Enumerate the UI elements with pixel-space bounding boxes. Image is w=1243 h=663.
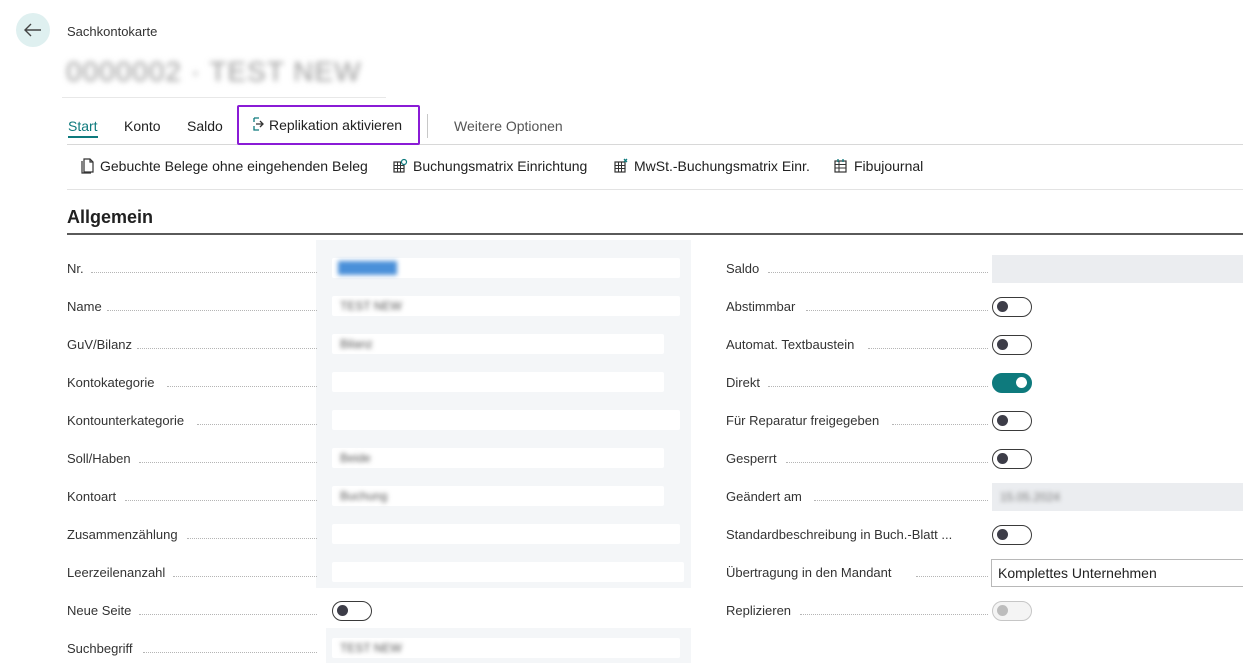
action-tabs: Start Konto Saldo Replikation aktivieren… [67, 105, 1243, 145]
action-buchungsmatrix[interactable]: Buchungsmatrix Einrichtung [392, 158, 587, 174]
tab-saldo[interactable]: Saldo [187, 105, 223, 145]
field-label: Neue Seite [67, 603, 136, 618]
saldo-field [992, 255, 1243, 283]
soll-haben-select[interactable]: Beide [332, 448, 664, 468]
field-row: Gesperrt [726, 447, 988, 471]
tab-replikation-aktivieren[interactable]: Replikation aktivieren [251, 105, 402, 145]
field-row: Kontokategorie [67, 371, 317, 395]
geaendert-am-field: 15.05.2024 [992, 483, 1243, 511]
journal-icon [834, 159, 847, 173]
tab-weitere-optionen[interactable]: Weitere Optionen [454, 105, 563, 145]
kontokategorie-select[interactable] [332, 372, 664, 392]
arrow-left-icon [24, 23, 41, 37]
field-row: Neue Seite [67, 599, 317, 623]
field-row: Für Reparatur freigegeben [726, 409, 988, 433]
section-title: Allgemein [67, 207, 154, 227]
document-icon [81, 158, 94, 174]
field-label: Kontounterkategorie [67, 413, 189, 428]
field-row: Leerzeilenanzahl [67, 561, 317, 585]
tab-divider [427, 114, 428, 138]
action-bar: Gebuchte Belege ohne eingehenden Beleg B… [67, 146, 1243, 190]
field-label: Kontokategorie [67, 375, 159, 390]
reparatur-freigegeben-toggle[interactable] [992, 411, 1032, 431]
kontoart-select[interactable]: Buchung [332, 486, 664, 506]
name-field[interactable]: TEST NEW [332, 296, 680, 316]
field-label: Saldo [726, 261, 764, 276]
field-label: Suchbegriff [67, 641, 137, 656]
replizieren-toggle [992, 601, 1032, 621]
vat-matrix-icon [614, 158, 628, 173]
nr-field[interactable]: 0000002 [332, 258, 680, 278]
field-row: Kontoart [67, 485, 317, 509]
tab-start[interactable]: Start [68, 105, 98, 145]
field-row: Replizieren [726, 599, 988, 623]
kontounterkategorie-field[interactable] [332, 410, 680, 430]
neue-seite-toggle[interactable] [332, 601, 372, 621]
tab-konto[interactable]: Konto [124, 105, 161, 145]
field-label: Standardbeschreibung in Buch.-Blatt ... [726, 527, 957, 542]
field-label: Name [67, 299, 106, 314]
section-divider [67, 233, 1243, 235]
zusammenzaehlung-field[interactable] [332, 524, 680, 544]
field-label: Automat. Textbaustein [726, 337, 859, 352]
leerzeilenanzahl-field[interactable] [332, 562, 684, 582]
field-row: Direkt [726, 371, 988, 395]
field-row: Standardbeschreibung in Buch.-Blatt ... [726, 523, 988, 547]
field-row: Automat. Textbaustein [726, 333, 988, 357]
field-label: Zusammenzählung [67, 527, 182, 542]
field-label: Nr. [67, 261, 88, 276]
replication-icon [253, 117, 264, 131]
field-label: Direkt [726, 375, 764, 390]
field-row: Übertragung in den Mandant [726, 561, 988, 585]
field-label: Abstimmbar [726, 299, 800, 314]
abstimmbar-toggle[interactable] [992, 297, 1032, 317]
field-label: GuV/Bilanz [67, 337, 137, 352]
matrix-setup-icon [393, 158, 408, 173]
field-label: Für Reparatur freigegeben [726, 413, 884, 428]
field-row: Saldo [726, 257, 988, 281]
suchbegriff-field[interactable]: TEST NEW [332, 638, 680, 658]
back-button[interactable] [16, 13, 50, 47]
field-row: Soll/Haben [67, 447, 317, 471]
field-row: Zusammenzählung [67, 523, 317, 547]
guv-bilanz-select[interactable]: Bilanz [332, 334, 664, 354]
field-row: Name [67, 295, 317, 319]
gesperrt-toggle[interactable] [992, 449, 1032, 469]
field-row: Kontounterkategorie [67, 409, 317, 433]
standardbeschreibung-toggle[interactable] [992, 525, 1032, 545]
direkt-toggle[interactable] [992, 373, 1032, 393]
field-label: Leerzeilenanzahl [67, 565, 170, 580]
automat-textbaustein-toggle[interactable] [992, 335, 1032, 355]
breadcrumb: Sachkontokarte [67, 24, 158, 39]
field-row: Nr. [67, 257, 317, 281]
field-label: Replizieren [726, 603, 796, 618]
field-row: Suchbegriff [67, 637, 317, 661]
action-fibujournal[interactable]: Fibujournal [833, 158, 923, 174]
field-row: GuV/Bilanz [67, 333, 317, 357]
field-label: Geändert am [726, 489, 806, 504]
action-gebuchte-belege[interactable]: Gebuchte Belege ohne eingehenden Beleg [81, 158, 368, 174]
field-label: Übertragung in den Mandant [726, 565, 896, 580]
uebertragung-mandant-select[interactable]: Komplettes Unternehmen [991, 559, 1243, 587]
field-row: Abstimmbar [726, 295, 988, 319]
field-label: Kontoart [67, 489, 121, 504]
action-mwst-buchungsmatrix[interactable]: MwSt.-Buchungsmatrix Einr. [613, 158, 810, 174]
page-title: 0000002 · TEST NEW [62, 50, 386, 98]
field-row: Geändert am [726, 485, 988, 509]
field-label: Soll/Haben [67, 451, 135, 466]
field-label: Gesperrt [726, 451, 781, 466]
